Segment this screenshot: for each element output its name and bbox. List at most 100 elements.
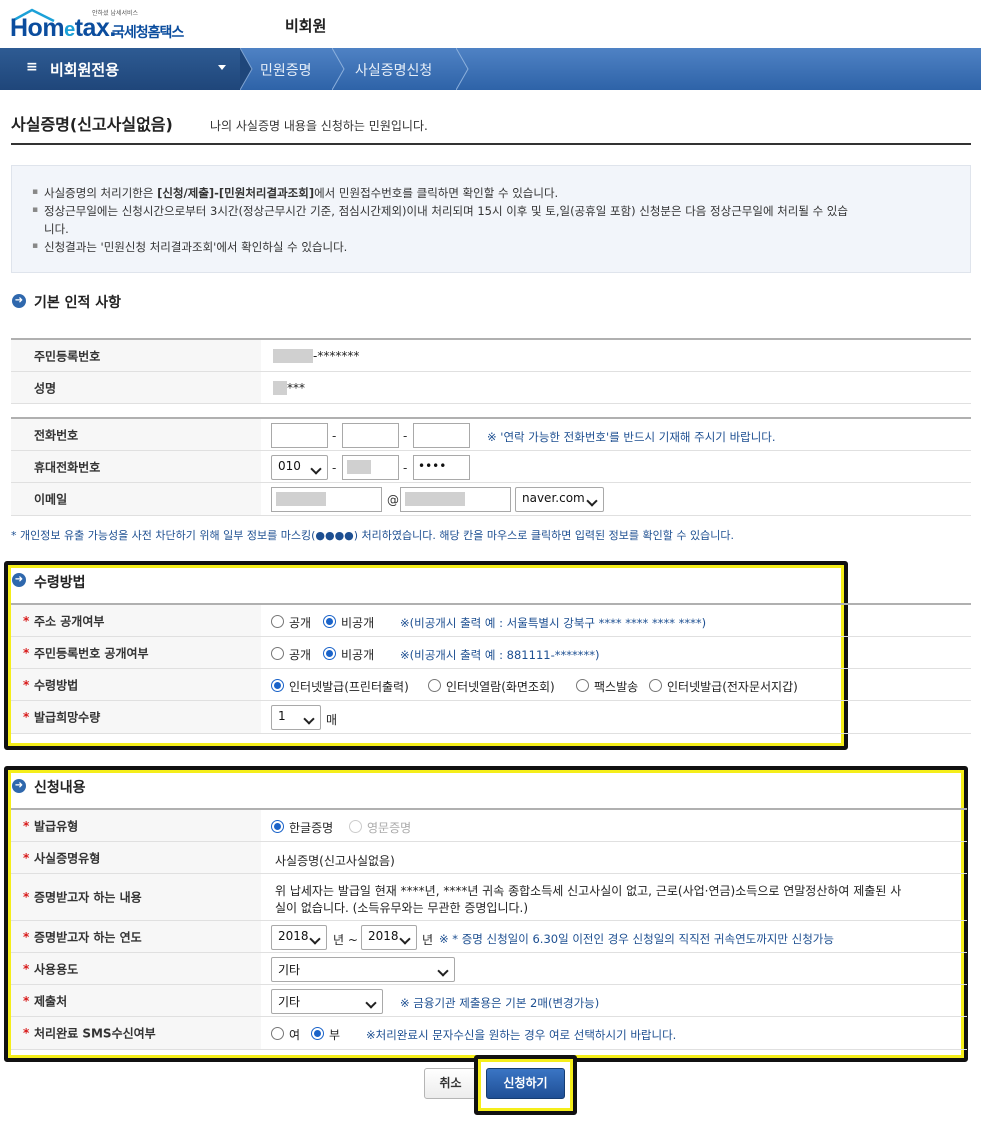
phone-field-2[interactable] — [342, 423, 399, 448]
section-title-request: 신청내용 — [34, 780, 86, 796]
phone-field-1[interactable] — [271, 423, 328, 448]
usage-select[interactable]: 기타 — [271, 957, 455, 982]
phone-label: 전화번호 — [34, 428, 79, 442]
row-value: 010 - - •••• — [271, 451, 971, 482]
phone-note: ※ '연락 가능한 전화번호'를 반드시 기재해 주시기 바랍니다. — [487, 430, 776, 444]
row-label: * 수령방법 — [11, 669, 261, 700]
row-label: * 제출처 — [11, 985, 261, 1016]
sms-no-option: 부 — [329, 1028, 341, 1042]
addr-private-option: 비공개 — [341, 616, 375, 630]
type-label: 발급유형 — [34, 819, 79, 833]
rrn-public-radio[interactable] — [271, 647, 284, 660]
row-value: 공개 비공개 ※(비공개시 출력 예 : 서울특별시 강북구 **** ****… — [271, 605, 971, 636]
logo-korean-name: 국세청홈택스 — [112, 25, 184, 41]
privacy-note: * 개인정보 유출 가능성을 사전 차단하기 위해 일부 정보를 마스킹(●●●… — [11, 529, 734, 542]
row-value: 여 부 ※처리완료시 문자수신을 원하는 경우 여로 선택하시기 바랍니다. — [271, 1017, 967, 1049]
notice-box: 사실증명의 처리기한은 [신청/제출]-[민원처리결과조회]에서 민원접수번호를… — [11, 165, 971, 273]
addr-note: ※(비공개시 출력 예 : 서울특별시 강북구 **** **** **** *… — [400, 616, 707, 630]
nav-item-civil-certificate[interactable]: 민원증명 — [260, 60, 312, 80]
required-mark: * — [23, 645, 30, 660]
email-domain-select[interactable]: naver.com — [515, 487, 604, 512]
hometax-logo[interactable]: 안하셨 납세서비스 Hometax. 국세청홈택스 — [10, 8, 195, 44]
mobile-label: 휴대전화번호 — [34, 460, 101, 474]
addr-private-radio[interactable] — [323, 615, 336, 628]
row-label: * 사용용도 — [11, 953, 261, 984]
required-mark: * — [23, 613, 30, 628]
required-mark: * — [23, 1026, 30, 1040]
sms-yes-radio[interactable] — [271, 1027, 284, 1040]
qty-unit: 매 — [326, 713, 338, 727]
row-value: 기타 ※ 금융기관 제출용은 기본 2매(변경가능) — [271, 985, 967, 1016]
required-mark: * — [23, 818, 30, 833]
row-value: *** — [273, 372, 971, 403]
year-label: 증명받고자 하는 연도 — [34, 930, 142, 944]
addr-public-radio[interactable] — [271, 615, 284, 628]
type-english-radio — [349, 820, 362, 833]
cert-type-label: 사실증명유형 — [34, 851, 101, 865]
nav-item-fact-certificate[interactable]: 사실증명신청 — [355, 60, 432, 80]
row-label: * 발급유형 — [11, 810, 261, 841]
row-value: 사실증명(신고사실없음) — [273, 842, 967, 873]
method-option: 팩스발송 — [594, 680, 639, 694]
masked-email-domain — [405, 492, 465, 506]
email-domain-field[interactable] — [400, 487, 511, 512]
contact-table: 전화번호 - - ※ '연락 가능한 전화번호'를 반드시 기재해 주시기 바랍… — [11, 417, 971, 516]
rrn-public-option: 공개 — [289, 648, 312, 662]
mobile-field-last[interactable]: •••• — [413, 455, 470, 480]
receive-table: * 주소 공개여부 공개 비공개 ※(비공개시 출력 예 : 서울특별시 강북구 … — [11, 603, 971, 734]
page-subtitle: 나의 사실증명 내용을 신청하는 민원입니다. — [210, 119, 428, 133]
required-mark: * — [23, 890, 30, 904]
notice-item: 사실증명의 처리기한은 [신청/제출]-[민원처리결과조회]에서 민원접수번호를… — [32, 185, 558, 201]
name-label: 성명 — [34, 381, 57, 395]
breadcrumb-arrow-icon — [240, 48, 253, 90]
row-label: 전화번호 — [11, 419, 261, 450]
breadcrumb-arrow-icon — [332, 48, 345, 90]
table-row: * 증명받고자 하는 내용 위 납세자는 발급일 현재 ****년, ****년 … — [11, 874, 967, 921]
cancel-button[interactable]: 취소 — [424, 1068, 477, 1099]
row-label: 이메일 — [11, 483, 261, 515]
table-row: 성명 *** — [11, 372, 971, 404]
year-note: ※ * 증명 신청일이 6.30일 이전인 경우 신청일의 직직전 귀속연도까지… — [439, 932, 834, 946]
mobile-prefix-select[interactable]: 010 — [271, 455, 328, 480]
method-radio-e-wallet[interactable] — [649, 679, 662, 692]
row-label: * 주소 공개여부 — [11, 605, 261, 636]
submit-to-select[interactable]: 기타 — [271, 989, 383, 1014]
row-value: - - ※ '연락 가능한 전화번호'를 반드시 기재해 주시기 바랍니다. — [271, 419, 971, 450]
method-option: 인터넷열람(화면조회) — [446, 680, 555, 694]
method-radio-fax[interactable] — [576, 679, 589, 692]
sms-no-radio[interactable] — [311, 1027, 324, 1040]
notice-item: 정상근무일에는 신청시간으로부터 3시간(정상근무시간 기준, 점심시간제외)이… — [32, 203, 957, 219]
rrn-value: -******* — [313, 349, 360, 363]
phone-field-3[interactable] — [413, 423, 470, 448]
year-from-select[interactable]: 2018 — [271, 925, 327, 950]
table-row: * 제출처 기타 ※ 금융기관 제출용은 기본 2매(변경가능) — [11, 985, 967, 1017]
masked-rrn-front — [273, 349, 313, 363]
method-radio-internet-view[interactable] — [428, 679, 441, 692]
year-to-select[interactable]: 2018 — [361, 925, 417, 950]
sms-note: ※처리완료시 문자수신을 원하는 경우 여로 선택하시기 바랍니다. — [366, 1028, 677, 1042]
year-unit: 년 — [422, 933, 434, 947]
dash: - — [332, 461, 337, 475]
submit-button[interactable]: 신청하기 — [486, 1068, 565, 1099]
table-row: * 주민등록번호 공개여부 공개 비공개 ※(비공개시 출력 예 : 881111… — [11, 637, 971, 669]
method-label: 수령방법 — [34, 678, 79, 692]
table-row: 주민등록번호 -******* — [11, 340, 971, 372]
content-text: 실이 없습니다. (소득유무와는 무관한 증명입니다.) — [275, 901, 529, 915]
mobile-field-middle[interactable] — [342, 455, 399, 480]
submit-to-note: ※ 금융기관 제출용은 기본 2매(변경가능) — [400, 996, 600, 1010]
addr-public-option: 공개 — [289, 616, 312, 630]
nav-menu-button[interactable]: ≡ 비회원전용 — [0, 48, 240, 90]
masked-name — [273, 381, 287, 395]
required-mark: * — [23, 710, 30, 724]
rrn-private-radio[interactable] — [323, 647, 336, 660]
table-row: 휴대전화번호 010 - - •••• — [11, 451, 971, 483]
required-mark: * — [23, 961, 30, 976]
title-divider — [11, 143, 971, 145]
method-radio-internet-print[interactable] — [271, 679, 284, 692]
cert-type-value: 사실증명(신고사실없음) — [275, 854, 395, 868]
hamburger-icon: ≡ — [26, 59, 38, 75]
row-value: 공개 비공개 ※(비공개시 출력 예 : 881111-*******) — [271, 637, 971, 668]
email-id-field[interactable] — [271, 487, 382, 512]
qty-select[interactable]: 1 — [271, 705, 321, 730]
type-korean-radio[interactable] — [271, 820, 284, 833]
